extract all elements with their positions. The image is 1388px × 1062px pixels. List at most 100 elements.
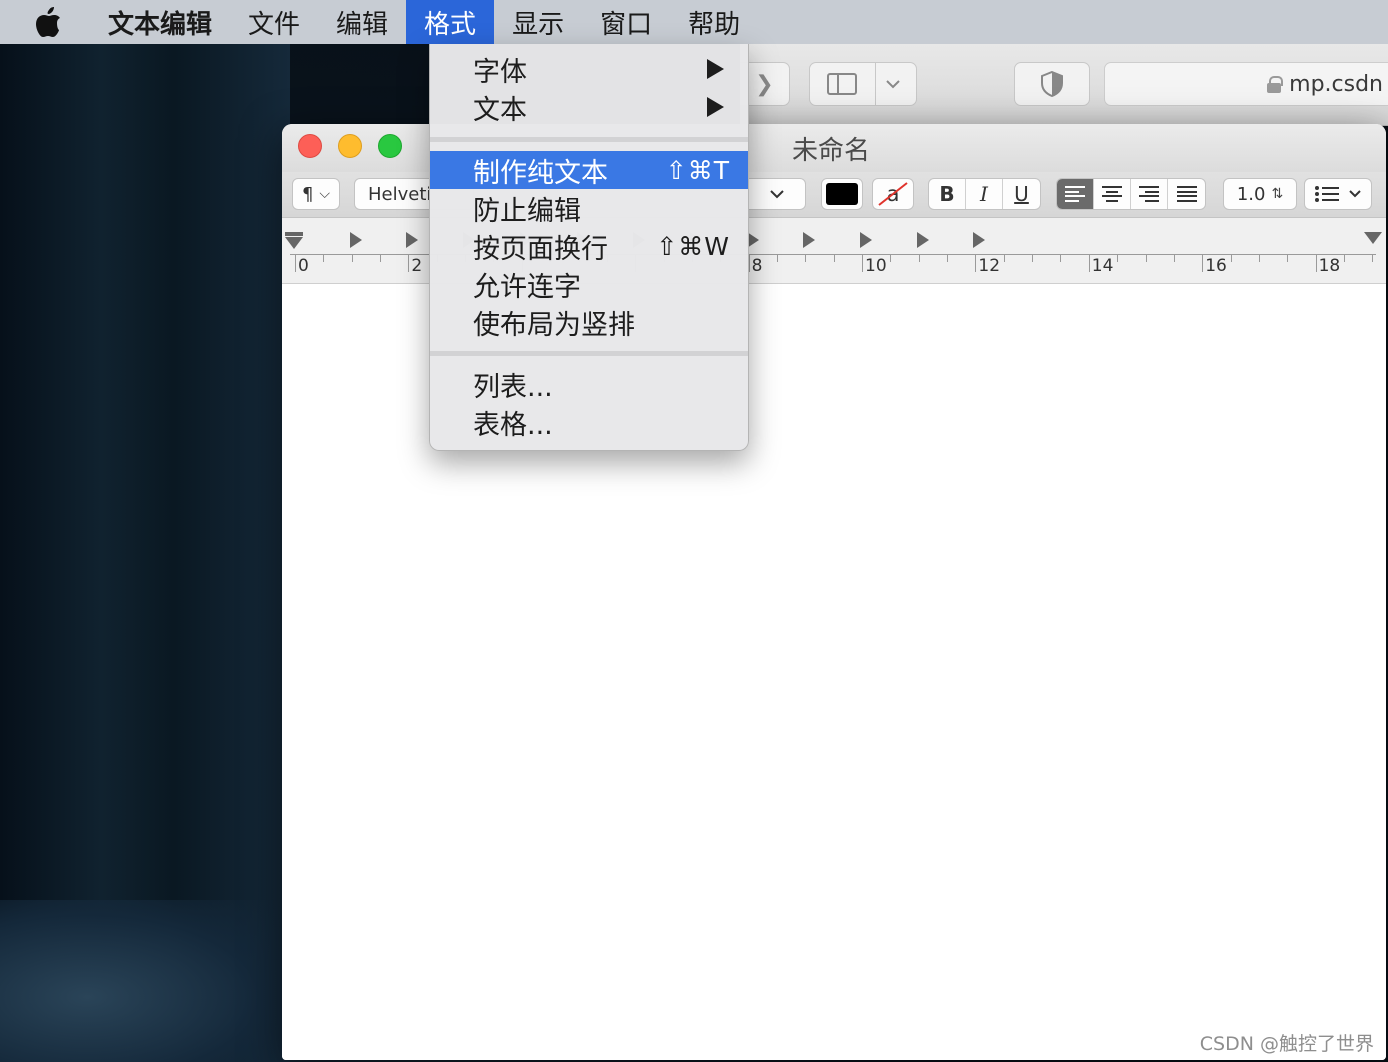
highlight-color-well[interactable]: a <box>872 178 914 210</box>
ruler-tick <box>805 254 807 262</box>
no-color-slash-icon <box>878 182 908 206</box>
paragraph-style-popup[interactable]: ¶ ⌵ <box>292 178 340 210</box>
text-color-well[interactable] <box>821 178 863 210</box>
menu-item-shortcut: ⇧⌘W <box>656 231 730 261</box>
ruler-tick <box>1287 254 1289 262</box>
up-down-chevron-icon: ⇅ <box>1271 186 1284 202</box>
ruler-tick <box>918 254 920 262</box>
menubar-window[interactable]: 窗口 <box>582 0 670 44</box>
list-style-popup[interactable] <box>1304 178 1372 210</box>
align-left-button[interactable] <box>1057 179 1094 209</box>
align-justify-icon <box>1176 186 1197 202</box>
ruler-tick <box>380 254 382 262</box>
ruler-tick <box>776 254 778 262</box>
ruler-tick <box>1003 254 1005 262</box>
line-spacing-popup[interactable]: 1.0 ⇅ <box>1223 178 1297 210</box>
menu-item-label: 制作纯文本 <box>473 157 608 189</box>
ruler-tick <box>1032 254 1034 262</box>
menu-item-label: 表格... <box>473 409 553 441</box>
apple-menu-icon[interactable] <box>0 0 96 44</box>
ruler-tick <box>295 254 296 272</box>
bullet-list-icon <box>1315 186 1339 202</box>
line-spacing-value: 1.0 <box>1236 183 1266 205</box>
ruler-tick <box>1173 254 1175 262</box>
menu-item-label: 字体 <box>473 56 527 88</box>
tab-stop-marker[interactable] <box>916 232 929 248</box>
alignment-group <box>1056 178 1206 210</box>
address-text: mp.csdn <box>1289 71 1383 97</box>
ruler-number: 18 <box>1318 256 1341 276</box>
ruler-number: 2 <box>411 256 423 276</box>
tab-stop-marker[interactable] <box>860 232 872 248</box>
sidebar-icon <box>826 73 857 95</box>
ruler-tick <box>1202 254 1204 272</box>
font-family-label: Helveti <box>368 183 432 205</box>
tab-stop-marker[interactable] <box>973 232 986 248</box>
submenu-arrow-icon <box>707 59 724 79</box>
align-justify-button[interactable] <box>1168 179 1205 209</box>
tab-stop-marker[interactable] <box>349 232 362 248</box>
align-left-icon <box>1065 186 1085 202</box>
ruler-tick <box>862 254 863 272</box>
shield-icon <box>1041 71 1063 97</box>
menu-item-vertical-layout[interactable]: 使布局为竖排 <box>430 303 748 341</box>
ruler-number: 14 <box>1091 256 1114 276</box>
ruler-tick <box>947 254 949 262</box>
menubar-app-name[interactable]: 文本编辑 <box>96 0 230 44</box>
tab-stop-marker[interactable] <box>406 232 419 248</box>
menubar-help[interactable]: 帮助 <box>670 0 758 44</box>
ruler-tick <box>975 254 977 272</box>
format-menu-dropdown: 字体 文本 制作纯文本 ⇧⌘T 防止编辑 按页面换行 ⇧⌘W 允许连字 使布局为… <box>429 44 749 451</box>
menubar-view[interactable]: 显示 <box>494 0 582 44</box>
ruler-tick <box>1315 254 1317 272</box>
menu-item-allow-hyphenation[interactable]: 允许连字 <box>430 265 748 303</box>
menubar-file[interactable]: 文件 <box>230 0 318 44</box>
menu-separator <box>430 137 748 142</box>
privacy-shield-button[interactable] <box>1014 62 1090 106</box>
ruler-tick <box>1230 254 1232 262</box>
address-bar[interactable]: mp.csdn <box>1104 62 1388 106</box>
chevron-down-icon <box>1349 190 1361 198</box>
ruler-tick <box>1088 254 1090 272</box>
first-line-indent-marker[interactable] <box>285 232 303 250</box>
menu-item-font[interactable]: 字体 <box>430 50 748 88</box>
bold-button[interactable]: B <box>929 179 966 209</box>
menubar-format[interactable]: 格式 <box>406 0 495 44</box>
menu-item-make-plain-text[interactable]: 制作纯文本 ⇧⌘T <box>430 151 748 189</box>
ruler-tick <box>1145 254 1147 262</box>
align-center-icon <box>1102 186 1122 202</box>
ruler-tick <box>833 254 835 262</box>
menu-item-label: 列表... <box>473 371 553 403</box>
menu-item-label: 使布局为竖排 <box>473 309 635 341</box>
watermark: CSDN @触控了世界 <box>1199 1033 1374 1055</box>
menu-item-list[interactable]: 列表... <box>430 365 748 403</box>
chevron-down-icon <box>885 80 900 89</box>
ruler-number: 12 <box>978 256 1001 276</box>
menu-item-wrap-to-page[interactable]: 按页面换行 ⇧⌘W <box>430 227 748 265</box>
ruler-number: 10 <box>865 256 887 276</box>
italic-button[interactable]: I <box>966 179 1003 209</box>
menu-item-table[interactable]: 表格... <box>430 403 748 441</box>
ruler-tick <box>1372 254 1374 262</box>
underline-button[interactable]: U <box>1003 179 1040 209</box>
ruler-number: 16 <box>1205 256 1227 276</box>
sidebar-toggle-button[interactable] <box>809 62 917 106</box>
menu-item-label: 文本 <box>473 94 527 126</box>
ruler-number: 8 <box>751 256 763 276</box>
menu-item-prevent-editing[interactable]: 防止编辑 <box>430 189 748 227</box>
font-size-popup[interactable] <box>748 178 806 210</box>
right-margin-marker[interactable] <box>1364 232 1382 244</box>
menu-separator <box>430 351 748 356</box>
align-center-button[interactable] <box>1094 179 1131 209</box>
ruler-tick <box>408 254 410 272</box>
text-color-swatch <box>826 183 858 205</box>
menubar-edit[interactable]: 编辑 <box>318 0 406 44</box>
ruler-tick <box>351 254 353 262</box>
align-right-button[interactable] <box>1131 179 1168 209</box>
menu-item-label: 按页面换行 <box>473 233 608 265</box>
menu-item-text[interactable]: 文本 <box>430 88 748 126</box>
text-style-group: B I U <box>928 178 1041 210</box>
ruler-number: 0 <box>298 256 309 276</box>
tab-stop-marker[interactable] <box>803 232 816 248</box>
ruler-tick <box>1060 254 1062 262</box>
